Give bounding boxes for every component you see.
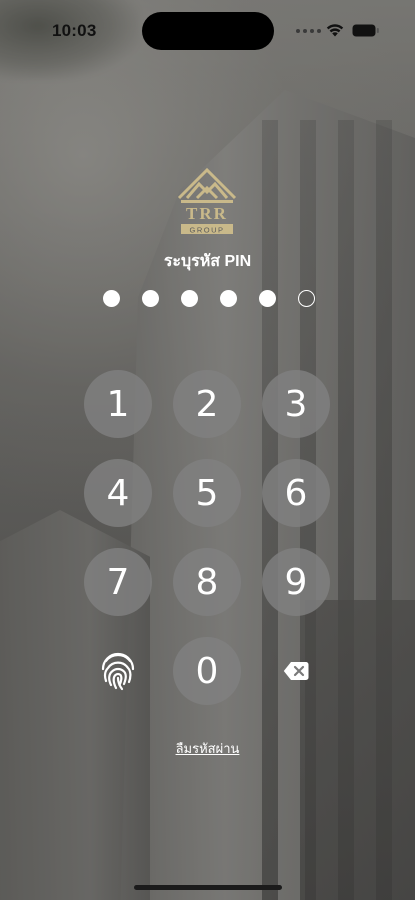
cellular-signal-icon — [296, 29, 321, 33]
trr-group-logo: TRR GROUP — [177, 167, 237, 235]
key-4[interactable]: 4 — [84, 459, 152, 527]
key-7[interactable]: 7 — [84, 548, 152, 616]
pin-lock-screen: 10:03 TRR GROUP ระบุรหัส PIN 1 2 3 4 5 6… — [0, 0, 415, 900]
numeric-keypad: 1 2 3 4 5 6 7 8 9 0 — [84, 370, 332, 708]
fingerprint-button[interactable] — [84, 637, 152, 705]
key-5[interactable]: 5 — [173, 459, 241, 527]
pin-dot-filled — [259, 289, 276, 307]
pin-dot-filled — [103, 289, 120, 307]
pin-dot-filled — [181, 289, 198, 307]
key-0[interactable]: 0 — [173, 637, 241, 705]
pin-dot-empty — [298, 289, 315, 307]
key-9[interactable]: 9 — [262, 548, 330, 616]
status-time: 10:03 — [52, 21, 97, 40]
key-3[interactable]: 3 — [262, 370, 330, 438]
dynamic-island — [142, 12, 274, 50]
logo-letters: TRR — [186, 204, 228, 223]
fingerprint-icon — [101, 652, 135, 691]
delete-button[interactable] — [262, 637, 330, 705]
home-indicator[interactable] — [134, 885, 282, 890]
key-1[interactable]: 1 — [84, 370, 152, 438]
key-8[interactable]: 8 — [173, 548, 241, 616]
pin-dot-filled — [220, 289, 237, 307]
pin-dot-filled — [142, 289, 159, 307]
key-2[interactable]: 2 — [173, 370, 241, 438]
battery-icon — [352, 24, 379, 37]
key-6[interactable]: 6 — [262, 459, 330, 527]
forgot-password-link[interactable]: ลืมรหัสผ่าน — [0, 738, 415, 759]
backspace-icon — [283, 662, 309, 680]
pin-title: ระบุรหัส PIN — [163, 253, 252, 270]
status-bar: 10:03 — [0, 0, 415, 60]
logo-subtitle: GROUP — [189, 226, 224, 235]
pin-indicator — [103, 288, 315, 308]
wifi-icon — [326, 24, 344, 37]
